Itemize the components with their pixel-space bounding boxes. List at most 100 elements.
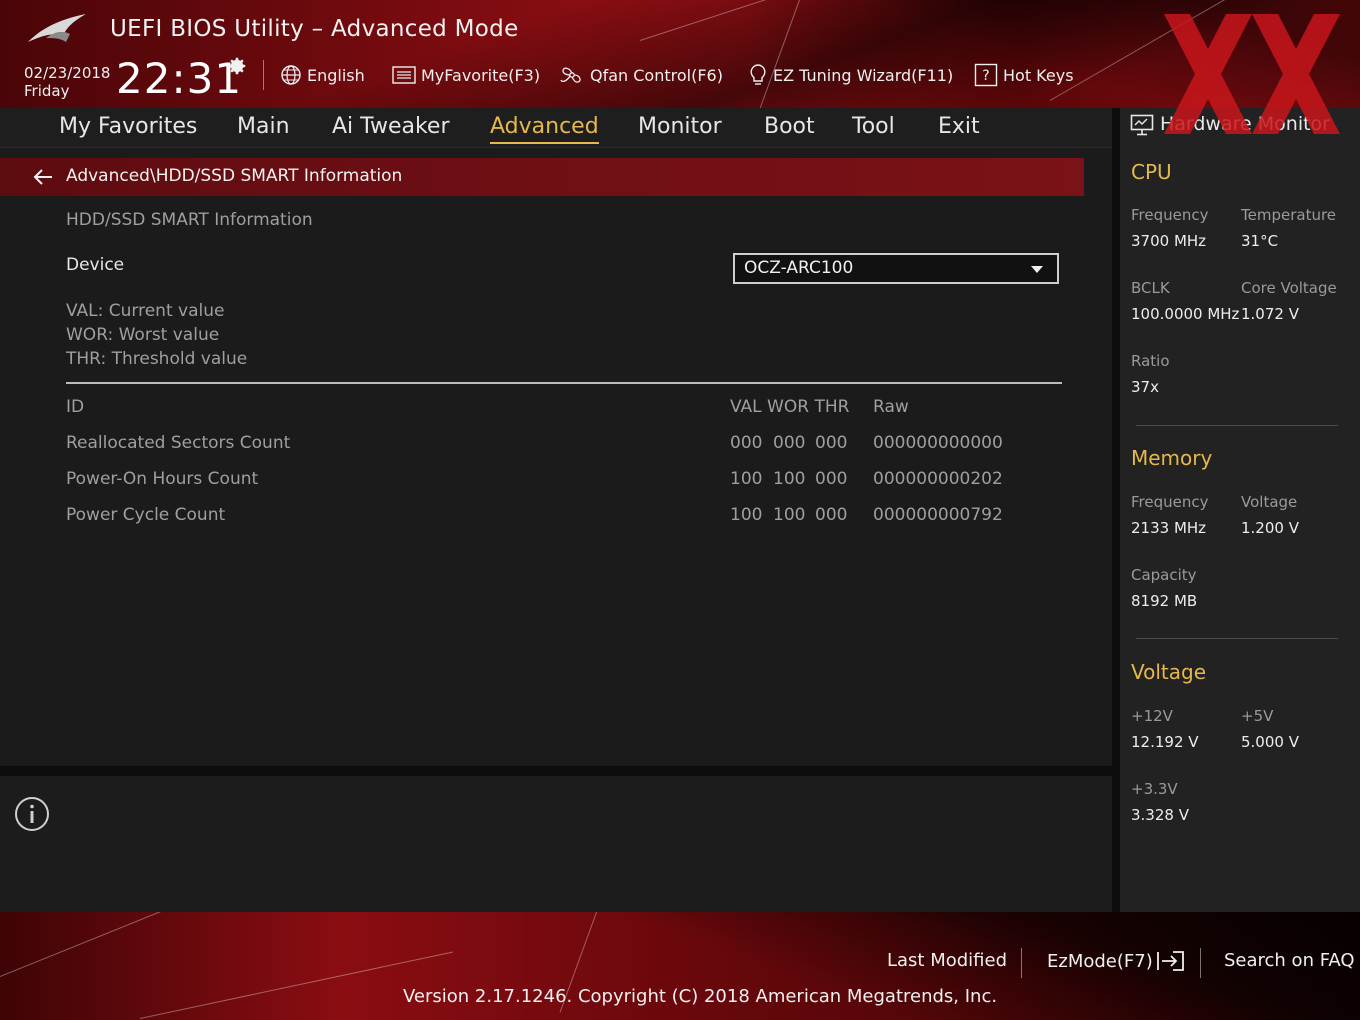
hot-keys-label: Hot Keys — [1003, 65, 1074, 85]
dropdown-caret-icon — [1031, 266, 1043, 273]
footer-bar: Last Modified EzMode(F7) Search on FAQ V… — [0, 912, 1360, 1020]
memory-voltage-label: Voltage — [1241, 493, 1298, 511]
header-bar: UEFI BIOS Utility – Advanced Mode 02/23/… — [0, 0, 1360, 108]
cpu-temperature-label: Temperature — [1241, 206, 1337, 224]
ratio-label: Ratio — [1131, 352, 1170, 370]
panel-gap — [1112, 108, 1120, 912]
section-divider — [1136, 425, 1338, 426]
voltage-heading: Voltage — [1131, 660, 1207, 684]
capacity-value: 8192 MB — [1131, 592, 1198, 610]
hot-keys-button[interactable]: ? Hot Keys — [974, 62, 1074, 88]
cpu-heading: CPU — [1131, 160, 1172, 184]
device-select-value: OCZ-ARC100 — [744, 258, 854, 278]
hardware-monitor-panel: Hardware Monitor CPU Frequency Temperatu… — [1120, 108, 1360, 912]
toolbar-divider — [263, 60, 264, 90]
qfan-control-button[interactable]: Qfan Control(F6) — [559, 62, 723, 88]
row-val: 100 — [730, 505, 763, 525]
search-faq-button[interactable]: Search on FAQ — [1224, 950, 1355, 971]
legend-val: VAL: Current value — [66, 301, 225, 321]
v12-value: 12.192 V — [1131, 733, 1199, 751]
main-panel: Advanced\HDD/SSD SMART Information HDD/S… — [0, 148, 1112, 766]
row-thr: 000 — [815, 469, 848, 489]
decorative-streak — [639, 0, 1040, 41]
row-val: 100 — [730, 469, 763, 489]
footer-divider — [1200, 948, 1201, 978]
footer-divider — [1021, 948, 1022, 978]
row-wor: 100 — [773, 505, 806, 525]
cpu-frequency-label: Frequency — [1131, 206, 1209, 224]
myfavorite-label: MyFavorite(F3) — [421, 65, 541, 85]
col-header-raw: Raw — [873, 397, 909, 417]
col-header-val-wor-thr: VAL WOR THR — [730, 397, 850, 417]
row-raw: 000000000792 — [873, 505, 1003, 525]
legend-thr: THR: Threshold value — [66, 349, 248, 369]
legend-wor: WOR: Worst value — [66, 325, 220, 345]
row-wor: 000 — [773, 433, 806, 453]
cpu-frequency-value: 3700 MHz — [1131, 232, 1207, 250]
section-divider — [66, 382, 1062, 384]
tab-monitor[interactable]: Monitor — [638, 112, 722, 144]
ez-tuning-label: EZ Tuning Wizard(F11) — [773, 65, 954, 85]
help-info-panel — [0, 776, 1112, 912]
decorative-streak — [0, 912, 223, 977]
v5-value: 5.000 V — [1241, 733, 1299, 751]
breadcrumb: Advanced\HDD/SSD SMART Information — [66, 166, 403, 186]
qfan-label: Qfan Control(F6) — [590, 65, 723, 85]
myfavorite-button[interactable]: MyFavorite(F3) — [392, 62, 540, 88]
tab-tool[interactable]: Tool — [852, 112, 895, 144]
tab-main[interactable]: Main — [237, 112, 290, 144]
core-voltage-label: Core Voltage — [1241, 279, 1337, 297]
device-select[interactable]: OCZ-ARC100 — [733, 253, 1059, 284]
main-nav: My Favorites Main Ai Tweaker Advanced Mo… — [0, 108, 1112, 148]
back-arrow-icon[interactable] — [32, 168, 54, 186]
ezmode-button[interactable]: EzMode(F7) — [1047, 950, 1186, 972]
hotkeys-icon: ? — [974, 63, 998, 87]
v33-value: 3.328 V — [1131, 806, 1189, 824]
tab-exit[interactable]: Exit — [938, 112, 980, 144]
row-raw: 000000000000 — [873, 433, 1003, 453]
svg-text:?: ? — [982, 68, 989, 84]
language-label: English — [307, 65, 365, 85]
capacity-label: Capacity — [1131, 566, 1197, 584]
day: Friday — [24, 82, 70, 100]
monitor-icon — [1130, 114, 1154, 136]
ez-tuning-wizard-button[interactable]: EZ Tuning Wizard(F11) — [748, 62, 953, 88]
copyright-text: Version 2.17.1246. Copyright (C) 2018 Am… — [403, 986, 998, 1007]
exit-arrow-icon — [1156, 951, 1184, 971]
section-divider — [1136, 638, 1338, 639]
breadcrumb-bar: Advanced\HDD/SSD SMART Information — [0, 158, 1084, 196]
ezmode-label: EzMode(F7) — [1047, 950, 1153, 972]
row-val: 000 — [730, 433, 763, 453]
row-thr: 000 — [815, 505, 848, 525]
language-button[interactable]: English — [280, 62, 365, 88]
row-id: Power Cycle Count — [66, 505, 226, 525]
memory-frequency-value: 2133 MHz — [1131, 519, 1207, 537]
core-voltage-value: 1.072 V — [1241, 305, 1299, 323]
myfavorite-icon — [392, 66, 416, 84]
col-header-id: ID — [66, 397, 85, 417]
tab-my-favorites[interactable]: My Favorites — [59, 112, 197, 144]
tab-advanced[interactable]: Advanced — [490, 112, 599, 144]
globe-icon — [281, 65, 301, 85]
rog-logo — [28, 14, 86, 42]
gear-icon[interactable] — [226, 55, 248, 77]
memory-voltage-value: 1.200 V — [1241, 519, 1299, 537]
tab-boot[interactable]: Boot — [764, 112, 815, 144]
fan-icon — [560, 67, 581, 83]
v33-label: +3.3V — [1131, 780, 1178, 798]
bclk-label: BCLK — [1131, 279, 1170, 297]
v12-label: +12V — [1131, 707, 1173, 725]
app-title: UEFI BIOS Utility – Advanced Mode — [110, 16, 519, 42]
clock: 22:31 — [116, 54, 243, 103]
ratio-value: 37x — [1131, 378, 1159, 396]
row-thr: 000 — [815, 433, 848, 453]
xx-watermark-logo — [1164, 14, 1340, 134]
tab-ai-tweaker[interactable]: Ai Tweaker — [332, 112, 450, 144]
panel-divider — [0, 766, 1112, 776]
section-heading: HDD/SSD SMART Information — [66, 210, 313, 230]
row-id: Power-On Hours Count — [66, 469, 259, 489]
cpu-temperature-value: 31°C — [1241, 232, 1279, 250]
last-modified-button[interactable]: Last Modified — [887, 950, 1007, 971]
row-wor: 100 — [773, 469, 806, 489]
bclk-value: 100.0000 MHz — [1131, 305, 1240, 323]
